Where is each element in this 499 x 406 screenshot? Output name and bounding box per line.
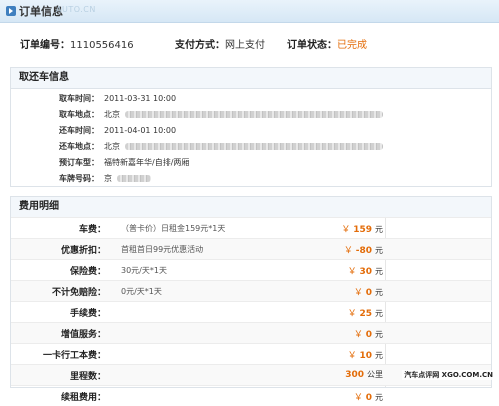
pickup-return-section: 取还车信息 取车时间： 2011-03-31 10:00 取车地点： 北京 还车…: [10, 67, 492, 187]
fee-amount: ￥ -80 元: [344, 243, 383, 256]
plate-number-label: 车牌号码：: [59, 174, 99, 183]
fee-row: 保险费： 30元/天*1天 ￥ 30 元: [11, 259, 491, 280]
fee-amount-value: 25: [359, 309, 372, 319]
arrow-bullet-icon: [6, 6, 16, 16]
fee-unit: 元: [375, 351, 383, 360]
fee-label: 优惠折扣：: [60, 246, 106, 256]
return-time-row: 还车时间： 2011-04-01 10:00: [11, 124, 491, 137]
fee-unit: 元: [375, 267, 383, 276]
currency-symbol: ￥: [347, 309, 357, 319]
fee-row: 不计免赔险： 0元/天*1天 ￥ 0元: [11, 280, 491, 301]
plate-number-row: 车牌号码： 京: [11, 172, 491, 185]
order-summary: 订单编号：1110556416 支付方式：网上支付 订单状态：已完成: [0, 36, 499, 51]
fee-unit: 元: [375, 246, 383, 255]
car-model-label: 预订车型：: [59, 158, 99, 167]
order-number-value: 1110556416: [70, 40, 134, 51]
return-location-value: 北京: [104, 142, 120, 151]
fee-amount-value: 0: [365, 330, 372, 340]
fee-details-section: 费用明细 车费： （普卡价）日租金159元*1天 ￥ 159 元 优惠折扣： 首租…: [10, 196, 492, 403]
payment-method-label: 支付方式：: [175, 40, 225, 51]
fee-amount-value: 10: [359, 351, 372, 361]
fee-unit: 公里: [367, 370, 383, 379]
fee-amount-value: 0: [365, 393, 372, 403]
car-model-row: 预订车型： 福特新嘉年华/自排/两厢: [11, 156, 491, 169]
pickup-return-title: 取还车信息: [11, 68, 491, 89]
fee-row: 增值服务： ￥ 0元: [11, 322, 491, 343]
return-time-value: 2011-04-01 10:00: [104, 126, 177, 135]
fee-amount: ￥ 30 元: [348, 264, 383, 277]
fee-amount: ￥ 0元: [354, 390, 383, 403]
fee-description: 首租首日99元优惠活动: [121, 245, 204, 254]
payment-method-value: 网上支付: [225, 40, 265, 51]
order-number-label: 订单编号：: [20, 40, 70, 51]
plate-number-value: 京: [104, 174, 112, 183]
currency-symbol: ￥: [353, 288, 363, 298]
pickup-time-row: 取车时间： 2011-03-31 10:00: [11, 92, 491, 105]
return-time-label: 还车时间：: [59, 126, 99, 135]
fee-unit: 元: [375, 225, 383, 234]
return-location-row: 还车地点： 北京: [11, 140, 491, 153]
fee-description: 30元/天*1天: [121, 266, 167, 275]
return-location-label: 还车地点：: [59, 142, 99, 151]
fee-amount: ￥ 0元: [354, 327, 383, 340]
fee-amount-value: 30: [359, 267, 372, 277]
order-status-label: 订单状态：: [287, 40, 337, 51]
fee-description: （普卡价）日租金159元*1天: [121, 224, 226, 233]
fee-label: 续租费用：: [60, 393, 106, 403]
fee-amount-value: 0: [365, 288, 372, 298]
fee-label: 车费：: [78, 225, 106, 235]
fee-label: 手续费：: [69, 309, 106, 319]
fee-unit: 元: [375, 309, 383, 318]
pickup-location-value: 北京: [104, 110, 120, 119]
currency-symbol: ￥: [353, 330, 363, 340]
order-info-header: 订单信息 AUTO.CN: [0, 0, 499, 23]
fee-amount-value: 300: [345, 370, 364, 380]
fee-amount: 300 公里: [345, 369, 383, 380]
currency-symbol: ￥: [341, 225, 351, 235]
fee-amount: ￥ 25 元: [348, 306, 383, 319]
fee-details-title: 费用明细: [11, 197, 491, 218]
redacted-address: [125, 143, 383, 150]
currency-symbol: ￥: [353, 393, 363, 403]
fee-amount: ￥ 0元: [354, 285, 383, 298]
fee-row: 手续费： ￥ 25 元: [11, 301, 491, 322]
redacted-address: [125, 111, 383, 118]
fee-row: 一卡行工本费： ￥ 10 元: [11, 343, 491, 364]
fee-row: 车费： （普卡价）日租金159元*1天 ￥ 159 元: [11, 217, 491, 238]
fee-amount: ￥ 159 元: [341, 222, 383, 235]
fee-label: 里程数：: [69, 372, 106, 382]
currency-symbol: ￥: [343, 246, 353, 256]
order-status-value: 已完成: [337, 40, 367, 51]
pickup-time-label: 取车时间：: [59, 94, 99, 103]
currency-symbol: ￥: [347, 351, 357, 361]
fee-label: 保险费：: [69, 267, 106, 277]
currency-symbol: ￥: [347, 267, 357, 277]
fee-label: 一卡行工本费：: [42, 351, 106, 361]
car-model-value: 福特新嘉年华/自排/两厢: [104, 158, 190, 167]
site-watermark: 汽车点评网 XGO.COM.CN: [402, 370, 495, 380]
fee-amount-value: 159: [353, 225, 372, 235]
fee-description: 0元/天*1天: [121, 287, 162, 296]
fee-amount-value: -80: [355, 246, 372, 256]
redacted-plate: [117, 175, 151, 182]
fee-unit: 元: [375, 330, 383, 339]
fee-row: 续租费用： ￥ 0元: [11, 385, 491, 406]
pickup-location-label: 取车地点：: [59, 110, 99, 119]
order-detail-page: 订单信息 AUTO.CN 订单编号：1110556416 支付方式：网上支付 订…: [0, 0, 499, 403]
pickup-location-row: 取车地点： 北京: [11, 108, 491, 121]
fee-row: 优惠折扣： 首租首日99元优惠活动 ￥ -80 元: [11, 238, 491, 259]
fee-unit: 元: [375, 393, 383, 402]
top-watermark: AUTO.CN: [56, 5, 96, 14]
pickup-time-value: 2011-03-31 10:00: [104, 94, 177, 103]
fee-label: 增值服务：: [60, 330, 106, 340]
fee-label: 不计免赔险：: [51, 288, 106, 298]
fee-unit: 元: [375, 288, 383, 297]
fee-amount: ￥ 10 元: [348, 348, 383, 361]
